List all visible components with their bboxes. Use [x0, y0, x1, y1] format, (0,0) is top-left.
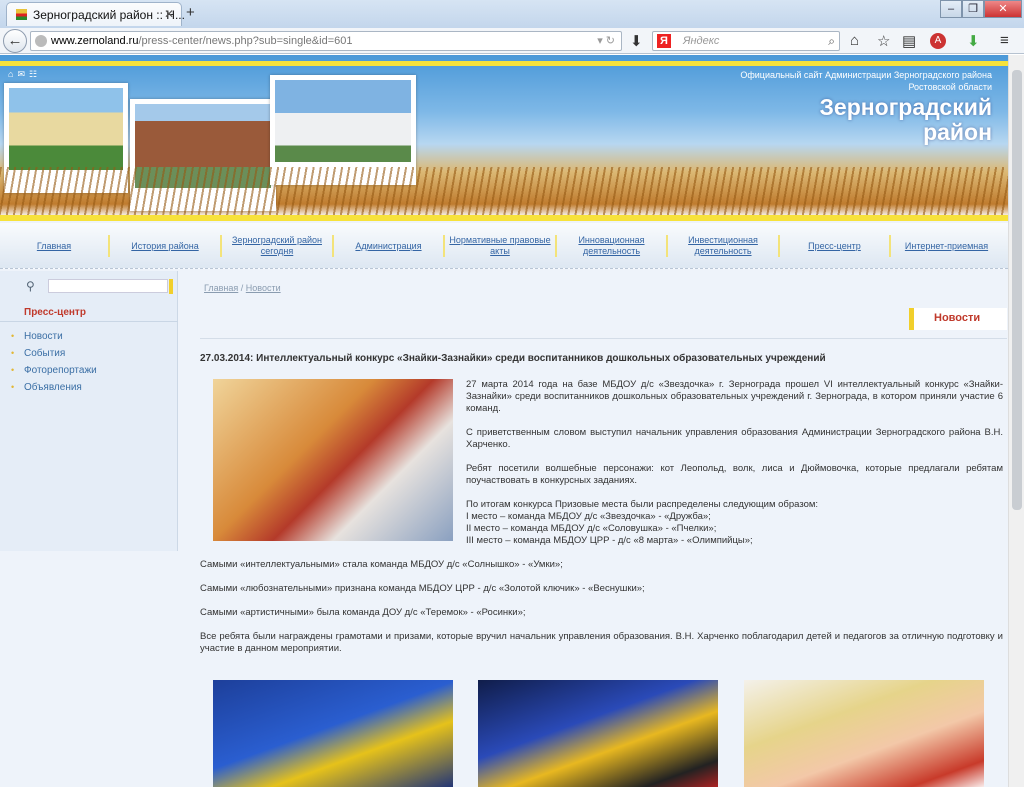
- sidebar-divider: [0, 321, 178, 322]
- breadcrumb-separator: /: [238, 283, 246, 293]
- scrollbar-thumb[interactable]: [1012, 70, 1022, 510]
- minimize-icon[interactable]: –: [940, 0, 962, 18]
- menu-item-innovation[interactable]: Инновационная деятельность: [557, 235, 668, 257]
- sidebar-item-photo-reports[interactable]: Фоторепортажи: [11, 365, 97, 376]
- browser-titlebar: Зерноградский район :: Н... ✕ + – ❐ ✕: [0, 0, 1024, 28]
- menu-item-home[interactable]: Главная: [0, 235, 110, 257]
- header-bottom-stripe: [0, 215, 1008, 221]
- district-line-2: район: [923, 119, 992, 145]
- article-main-photo[interactable]: [213, 379, 453, 541]
- back-icon[interactable]: ←: [3, 29, 27, 53]
- district-title: Зерноградский район: [820, 95, 993, 145]
- search-accent-bar: [169, 279, 173, 294]
- wheat-field-graphic: [0, 167, 1008, 215]
- search-placeholder: Яндекс: [683, 35, 720, 47]
- sidebar-search-icon[interactable]: ⚲: [26, 279, 35, 293]
- official-line-1: Официальный сайт Администрации Зерноград…: [740, 70, 992, 80]
- site-favicon-icon: [16, 9, 27, 20]
- menu-item-district-today[interactable]: Зерноградский район сегодня: [222, 235, 334, 257]
- official-line-2: Ростовской области: [908, 82, 992, 92]
- article-paragraph-7: Самыми «артистичными» была команда ДОУ д…: [200, 607, 526, 618]
- header-top-stripe: [0, 61, 1008, 66]
- sidebar-item-events[interactable]: События: [11, 348, 65, 359]
- address-bar[interactable]: www.zernoland.ru/press-center/news.php?s…: [30, 31, 622, 51]
- downloads-icon[interactable]: ⬇: [967, 32, 980, 50]
- header-icons: ⌂✉☷: [8, 69, 41, 80]
- adblock-icon[interactable]: A: [930, 33, 946, 49]
- gallery-photo-1[interactable]: [213, 680, 453, 787]
- article-paragraph-2: С приветственным словом выступил начальн…: [466, 427, 1003, 450]
- reload-icon[interactable]: ▾ ↻: [597, 34, 615, 47]
- close-tab-icon[interactable]: ✕: [164, 7, 174, 21]
- yandex-logo-icon: Я: [657, 34, 671, 48]
- gallery-photo-3[interactable]: [744, 680, 984, 787]
- vertical-scrollbar[interactable]: [1008, 55, 1024, 787]
- sidebar-item-news[interactable]: Новости: [11, 331, 63, 342]
- article-paragraph-1: 27 марта 2014 года на базе МБДОУ д/с «Зв…: [466, 379, 1003, 414]
- sidebar-item-announcements[interactable]: Объявления: [11, 382, 82, 393]
- restore-icon[interactable]: ❐: [962, 0, 984, 18]
- url-path: /press-center/news.php?sub=single&id=601: [138, 35, 353, 47]
- menu-item-investment[interactable]: Инвестиционная деятельность: [668, 235, 780, 257]
- menu-item-press-center[interactable]: Пресс-центр: [780, 235, 891, 257]
- article-place-1: I место – команда МБДОУ д/с «Звездочка» …: [466, 511, 711, 522]
- browser-tab[interactable]: Зерноградский район :: Н... ✕: [6, 2, 185, 26]
- search-icon[interactable]: ⌕: [828, 34, 835, 49]
- district-line-1: Зерноградский: [819, 94, 993, 120]
- menu-icon[interactable]: ≡: [1000, 32, 1009, 49]
- menu-item-administration[interactable]: Администрация: [334, 235, 445, 257]
- navigation-toolbar: ← www.zernoland.ru/press-center/news.php…: [0, 28, 1024, 54]
- article-paragraph-3: Ребят посетили волшебные персонажи: кот …: [466, 463, 1003, 486]
- article-paragraph-5: Самыми «интеллектуальными» стала команда…: [200, 559, 563, 570]
- article-title: 27.03.2014: Интеллектуальный конкурс «Зн…: [200, 353, 826, 364]
- news-section-label: Новости: [909, 308, 1007, 330]
- main-menu: Главная История района Зерноградский рай…: [0, 223, 1008, 269]
- breadcrumb: Главная / Новости: [204, 283, 281, 293]
- sidebar-search-input[interactable]: [48, 279, 173, 294]
- site-header: ⌂✉☷ Официальный сайт Администрации Зерно…: [0, 55, 1008, 217]
- url-host: www.zernoland.ru: [51, 35, 139, 47]
- mail-icon[interactable]: ✉: [17, 69, 29, 79]
- official-site-caption: Официальный сайт Администрации Зерноград…: [740, 69, 992, 93]
- url-text: www.zernoland.ru/press-center/news.php?s…: [51, 35, 352, 47]
- download-arrow-icon[interactable]: ⬇: [630, 32, 643, 50]
- home-icon[interactable]: ⌂: [850, 32, 859, 49]
- content-divider: [200, 338, 1007, 339]
- sidebar: ⚲ Пресс-центр Новости События Фоторепорт…: [0, 271, 178, 551]
- breadcrumb-home[interactable]: Главная: [204, 283, 238, 293]
- sitemap-icon[interactable]: ☷: [29, 69, 41, 79]
- bookmarks-list-icon[interactable]: ▤: [902, 32, 916, 50]
- menu-item-reception[interactable]: Интернет-приемная: [891, 235, 1002, 257]
- article-paragraph-6: Самыми «любознательными» признана команд…: [200, 583, 645, 594]
- web-page: ⌂✉☷ Официальный сайт Администрации Зерно…: [0, 55, 1024, 787]
- search-box[interactable]: Я Яндекс ⌕: [652, 31, 840, 51]
- article-paragraph-8: Все ребята были награждены грамотами и п…: [200, 631, 1003, 654]
- new-tab-icon[interactable]: +: [186, 4, 195, 21]
- globe-icon: [35, 35, 47, 47]
- article-place-3: III место – команда МБДОУ ЦРР - д/с «8 м…: [466, 535, 753, 546]
- sidebar-section-title: Пресс-центр: [24, 307, 86, 318]
- article-place-2: II место – команда МБДОУ д/с «Соловушка»…: [466, 523, 717, 534]
- breadcrumb-current[interactable]: Новости: [246, 283, 281, 293]
- close-window-icon[interactable]: ✕: [984, 0, 1022, 18]
- menu-item-legal-acts[interactable]: Нормативные правовые акты: [445, 235, 557, 257]
- menu-item-history[interactable]: История района: [110, 235, 222, 257]
- gallery-photo-2[interactable]: [478, 680, 718, 787]
- article-results-intro: По итогам конкурса Призовые места были р…: [466, 499, 819, 510]
- tab-title: Зерноградский район :: Н...: [33, 8, 185, 22]
- bookmark-star-icon[interactable]: ☆: [877, 32, 890, 50]
